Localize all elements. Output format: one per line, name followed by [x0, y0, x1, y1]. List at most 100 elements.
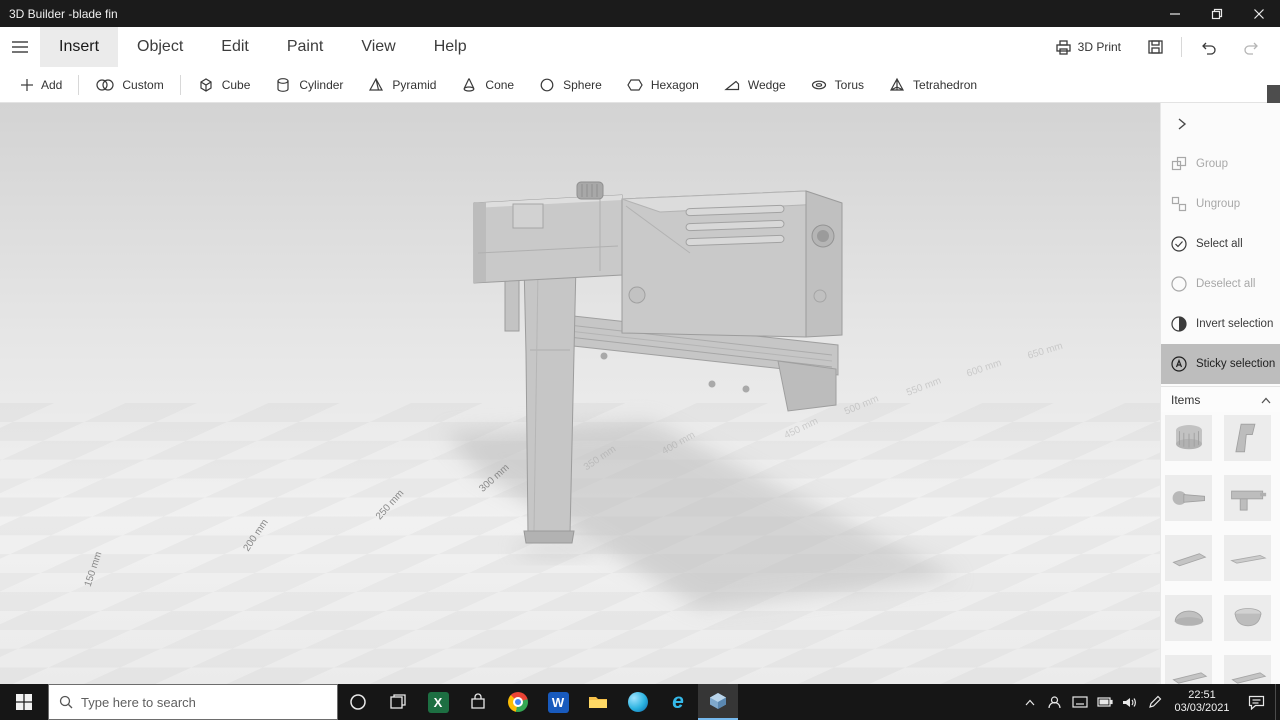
item-thumbnail-grip-part[interactable]	[1224, 415, 1271, 461]
start-button[interactable]	[0, 684, 48, 720]
store-app-button[interactable]	[458, 684, 498, 720]
close-button[interactable]	[1238, 0, 1280, 27]
undo-button[interactable]	[1186, 27, 1230, 67]
item-thumbnail-slab[interactable]	[1165, 655, 1212, 684]
invert-selection-button[interactable]: Invert selection	[1161, 304, 1280, 344]
volume-icon[interactable]	[1117, 684, 1142, 720]
group-button[interactable]: Group	[1161, 144, 1280, 184]
people-icon[interactable]	[1042, 684, 1067, 720]
model-knob	[576, 181, 604, 200]
deselect-all-button[interactable]: Deselect all	[1161, 264, 1280, 304]
item-thumbnail-lever-handle[interactable]	[1165, 475, 1212, 521]
menu-tab-edit[interactable]: Edit	[202, 27, 268, 67]
taskbar-search-box[interactable]	[48, 684, 338, 720]
shape-label: Tetrahedron	[913, 77, 978, 92]
item-thumbnail-dome[interactable]	[1165, 595, 1212, 641]
shape-button-cube[interactable]: Cube	[185, 67, 263, 102]
window-title: 3D Builder -blade fin	[9, 6, 118, 21]
panel-expand-chevron-icon[interactable]	[1171, 113, 1193, 135]
shape-button-wedge[interactable]: Wedge	[711, 67, 798, 102]
clock-time: 22:51	[1188, 689, 1216, 701]
internet-explorer-icon: e	[672, 690, 684, 713]
shape-button-tetrahedron[interactable]: Tetrahedron	[876, 67, 989, 102]
battery-icon[interactable]	[1092, 684, 1117, 720]
taskbar-clock[interactable]: 22:51 03/03/2021	[1167, 684, 1237, 720]
menu-tab-edit-label: Edit	[221, 38, 249, 55]
hamburger-menu-icon[interactable]	[0, 27, 40, 67]
cortana-button[interactable]	[338, 684, 378, 720]
item-thumbnail-bowl[interactable]	[1224, 595, 1271, 641]
panel-scrollbar[interactable]	[1267, 85, 1280, 684]
3d-builder-app-button[interactable]	[698, 684, 738, 720]
titlebar: 3D Builder -blade fin	[0, 0, 1280, 27]
deselect-all-label: Deselect all	[1196, 278, 1256, 290]
item-thumbnail-flat-plate[interactable]	[1165, 535, 1212, 581]
hidden-icons-chevron[interactable]	[1017, 684, 1042, 720]
menu-tab-insert-label: Insert	[59, 38, 100, 55]
task-view-icon	[390, 694, 406, 709]
excel-app-button[interactable]: X	[418, 684, 458, 720]
task-view-button[interactable]	[378, 684, 418, 720]
add-button[interactable]: Add	[8, 67, 74, 102]
menu-tab-paint[interactable]: Paint	[268, 27, 342, 67]
menu-tab-help[interactable]: Help	[415, 27, 486, 67]
item-thumbnail-thin-plate[interactable]	[1224, 535, 1271, 581]
select-all-button[interactable]: Select all	[1161, 224, 1280, 264]
show-desktop-button[interactable]	[1275, 684, 1280, 720]
menu-tab-insert[interactable]: Insert	[40, 27, 119, 67]
invert-selection-icon	[1171, 316, 1187, 332]
minimize-button[interactable]	[1154, 0, 1196, 27]
pen-icon[interactable]	[1142, 684, 1167, 720]
sticky-selection-icon	[1171, 356, 1187, 372]
save-button[interactable]	[1134, 27, 1177, 67]
item-thumbnail-knurled-cylinder[interactable]	[1165, 415, 1212, 461]
shape-button-torus[interactable]: Torus	[798, 67, 876, 102]
action-center-button[interactable]	[1237, 684, 1275, 720]
touch-keyboard-icon[interactable]	[1067, 684, 1092, 720]
menubar-divider	[1181, 37, 1182, 57]
shape-button-cone[interactable]: Cone	[448, 67, 526, 102]
custom-label: Custom	[122, 77, 164, 92]
items-header[interactable]: Items	[1161, 386, 1280, 412]
taskbar: X W e	[0, 684, 1280, 720]
menu-tab-help-label: Help	[433, 38, 467, 55]
shape-button-hexagon[interactable]: Hexagon	[614, 67, 711, 102]
redo-button[interactable]	[1230, 27, 1274, 67]
chrome-app-button[interactable]	[498, 684, 538, 720]
toolbar-divider	[78, 74, 80, 95]
custom-button[interactable]: Custom	[83, 67, 175, 102]
sticky-selection-button[interactable]: Sticky selection	[1161, 344, 1280, 384]
insert-toolbar: Add Custom Cube Cylinder Pyramid Cone Sp…	[0, 67, 1280, 103]
3d-viewport-canvas[interactable]: 150 mm 200 mm 250 mm 300 mm 350 mm 400 m…	[0, 103, 1160, 684]
panel-scrollbar-thumb[interactable]	[1267, 85, 1280, 103]
shape-button-pyramid[interactable]: Pyramid	[355, 67, 448, 102]
item-thumbnail-smg-body[interactable]	[1224, 475, 1271, 521]
search-input[interactable]	[81, 694, 311, 710]
plus-icon	[21, 78, 33, 91]
menu-tab-object-label: Object	[137, 38, 184, 55]
clock-date: 03/03/2021	[1174, 702, 1230, 714]
cortana-icon	[350, 694, 366, 710]
word-app-button[interactable]: W	[538, 684, 578, 720]
item-thumbnail-slab[interactable]	[1224, 655, 1271, 684]
sphere-icon	[540, 78, 554, 91]
invert-selection-label: Invert selection	[1196, 318, 1274, 330]
3d-print-button[interactable]: 3D Print	[1042, 27, 1134, 67]
microsoft-store-icon	[471, 693, 485, 709]
file-explorer-icon	[589, 697, 607, 708]
shape-button-sphere[interactable]: Sphere	[526, 67, 614, 102]
model-3d-object[interactable]	[0, 103, 1160, 684]
menu-tab-object[interactable]: Object	[118, 27, 202, 67]
internet-explorer-button[interactable]: e	[658, 684, 698, 720]
shape-label: Sphere	[563, 77, 602, 92]
restore-button[interactable]	[1196, 0, 1238, 27]
menu-tab-view[interactable]: View	[342, 27, 414, 67]
ungroup-button[interactable]: Ungroup	[1161, 184, 1280, 224]
redo-icon	[1244, 42, 1258, 55]
shape-button-cylinder[interactable]: Cylinder	[262, 67, 355, 102]
edge-app-button[interactable]	[618, 684, 658, 720]
shape-label: Cone	[485, 77, 515, 92]
cylinder-icon	[277, 77, 289, 92]
group-icon	[1171, 156, 1187, 171]
file-explorer-button[interactable]	[578, 684, 618, 720]
